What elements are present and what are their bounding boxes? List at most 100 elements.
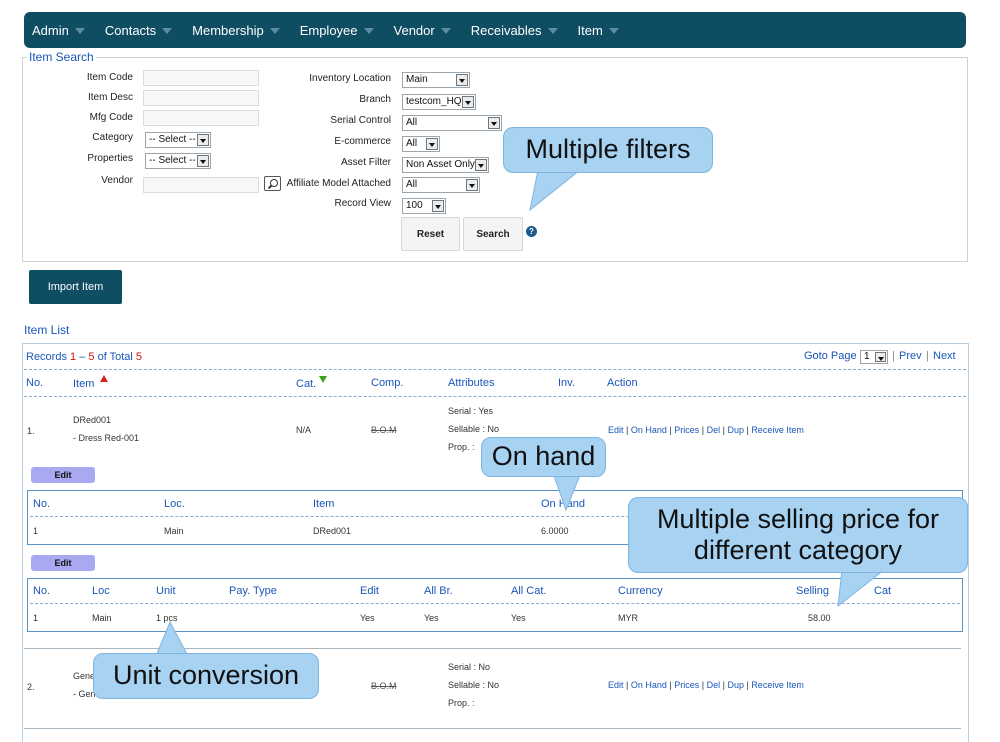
asset-filter-select[interactable]: Non Asset Only [402, 157, 489, 173]
edit-link[interactable]: Edit [608, 680, 624, 690]
caret-down-icon [162, 28, 173, 34]
caret-down-icon [440, 28, 451, 34]
page-select[interactable]: 1 [860, 350, 888, 364]
category-select[interactable]: -- Select -- [145, 132, 211, 148]
inventory-location-select[interactable]: Main [402, 72, 470, 88]
nav-vendor[interactable]: Vendor [394, 23, 451, 38]
price-col-all-cat: All Cat. [511, 585, 547, 597]
record-view-select[interactable]: 100 [402, 198, 446, 214]
record-view-value: 100 [406, 200, 423, 211]
onhand-col-onhand: On Hand [541, 498, 586, 510]
price-col-loc: Loc [92, 585, 110, 597]
serial-control-select[interactable]: All [402, 115, 502, 131]
col-attributes: Attributes [448, 377, 495, 389]
nav-receivables[interactable]: Receivables [471, 23, 558, 38]
price-row-all-cat: Yes [511, 613, 526, 623]
prev-link[interactable]: Prev [899, 350, 922, 362]
records-summary: Records 1 – 5 of Total 5 [26, 351, 142, 363]
onhand-row-loc: Main [164, 526, 184, 536]
mfg-code-input[interactable] [143, 110, 259, 126]
dropdown-arrow-icon [197, 155, 209, 167]
del-link[interactable]: Del [707, 425, 721, 435]
properties-select-value: -- Select -- [149, 155, 196, 166]
on-hand-link[interactable]: On Hand [631, 425, 667, 435]
properties-select[interactable]: -- Select -- [145, 153, 211, 169]
price-col-pay-type: Pay. Type [229, 585, 277, 597]
nav-contacts[interactable]: Contacts [104, 22, 173, 38]
nav-admin[interactable]: Admin [32, 23, 85, 38]
del-link[interactable]: Del [707, 680, 721, 690]
col-item[interactable]: Item [73, 378, 94, 390]
prices-link[interactable]: Prices [674, 680, 699, 690]
row-no: 1. [27, 426, 35, 436]
inventory-location-label: Inventory Location [309, 73, 391, 84]
sort-up-icon[interactable] [100, 375, 108, 382]
branch-select[interactable]: testcom_HQ [402, 94, 476, 110]
dropdown-arrow-icon [432, 200, 444, 212]
mfg-code-label: Mfg Code [89, 112, 133, 123]
search-button[interactable]: Search [463, 217, 523, 251]
nav-employee[interactable]: Employee [300, 23, 374, 38]
vendor-input[interactable] [143, 177, 259, 193]
separator: | [892, 350, 895, 362]
row-divider [24, 648, 961, 649]
nav-label: Vendor [393, 22, 435, 38]
help-icon[interactable]: ? [526, 226, 537, 237]
nav-label: Contacts [104, 22, 157, 38]
attr-prop: Prop. : [448, 698, 475, 708]
onhand-edit-button[interactable]: Edit [31, 467, 95, 483]
reset-button[interactable]: Reset [401, 217, 460, 251]
nav-membership[interactable]: Membership [192, 23, 280, 38]
receive-item-link[interactable]: Receive Item [751, 425, 804, 435]
divider [24, 396, 966, 397]
inventory-location-value: Main [406, 74, 428, 85]
on-hand-link[interactable]: On Hand [631, 680, 667, 690]
price-edit-button[interactable]: Edit [31, 555, 95, 571]
item-code: DRed001 [73, 415, 112, 425]
price-col-cat: Cat [874, 585, 892, 597]
receive-item-link[interactable]: Receive Item [751, 680, 804, 690]
ecommerce-select[interactable]: All [402, 136, 440, 152]
divider [24, 369, 966, 370]
price-col-edit: Edit [360, 585, 379, 597]
top-nav: Admin Contacts Membership Employee Vendo… [24, 12, 966, 48]
item-list-title: Item List [24, 323, 70, 337]
category-select-value: -- Select -- [149, 134, 196, 145]
item-desc-label: Item Desc [87, 92, 133, 103]
item-code: Gene [73, 671, 96, 681]
nav-item[interactable]: Item [578, 23, 619, 38]
attr-sellable: Sellable : No [448, 424, 500, 434]
item-code-input[interactable] [143, 70, 259, 86]
records-prefix: Records [26, 351, 71, 363]
edit-link[interactable]: Edit [608, 425, 624, 435]
item-desc-input[interactable] [143, 90, 259, 106]
properties-label: Properties [87, 153, 133, 164]
attr-sellable: Sellable : No [448, 680, 500, 690]
item-comp: B.O.M [371, 425, 397, 435]
price-col-all-br: All Br. [424, 585, 453, 597]
import-item-button[interactable]: Import Item [29, 270, 122, 304]
item-search-legend: Item Search [27, 50, 96, 64]
dup-link[interactable]: Dup [727, 680, 744, 690]
price-row-all-br: Yes [424, 613, 439, 623]
price-col-no: No. [33, 585, 51, 597]
item-comp: B.O.M [371, 681, 397, 691]
sort-down-icon[interactable] [319, 376, 327, 383]
prices-link[interactable]: Prices [674, 425, 699, 435]
dropdown-arrow-icon [197, 134, 209, 146]
dropdown-arrow-icon [475, 159, 487, 171]
col-cat[interactable]: Cat. [296, 378, 316, 390]
separator: | [926, 350, 929, 362]
records-dash: – [76, 351, 89, 363]
dropdown-arrow-icon [456, 74, 468, 86]
serial-control-value: All [406, 117, 418, 128]
nav-label: Admin [32, 22, 69, 38]
col-inv: Inv. [558, 377, 575, 389]
onhand-row-item: DRed001 [313, 526, 352, 536]
price-row-loc: Main [92, 613, 112, 623]
row-divider [24, 728, 961, 729]
affiliate-model-select[interactable]: All [402, 177, 480, 193]
next-link[interactable]: Next [933, 350, 956, 362]
item-cat: N/A [296, 425, 312, 435]
dup-link[interactable]: Dup [727, 425, 744, 435]
